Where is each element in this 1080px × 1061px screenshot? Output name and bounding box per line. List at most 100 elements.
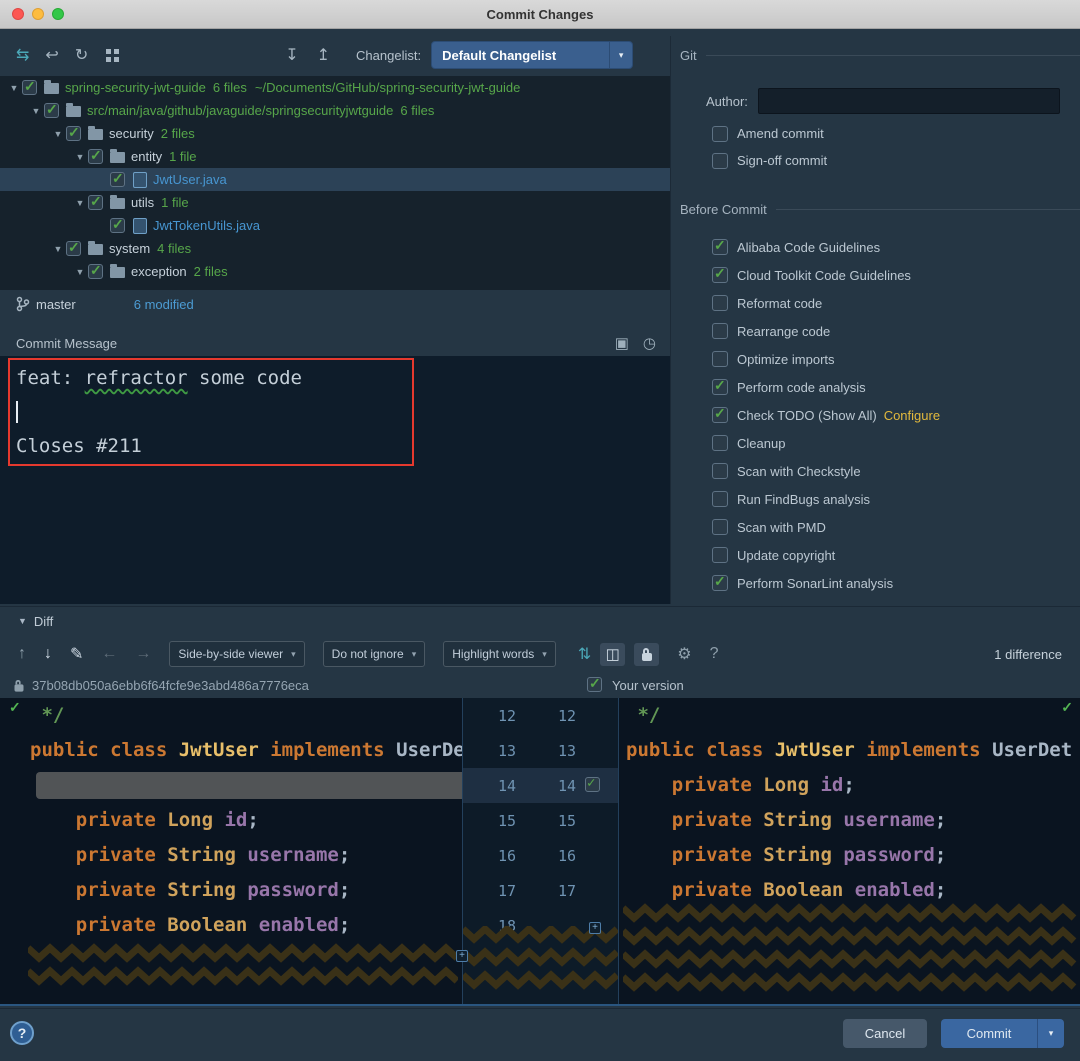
tree-row[interactable]: ▼utils1 file	[0, 191, 670, 214]
help-icon[interactable]: ?	[710, 645, 719, 663]
before-commit-item[interactable]: Perform SonarLint analysis	[712, 569, 940, 597]
viewer-dropdown[interactable]: Side-by-side viewer ▾	[169, 641, 304, 667]
group-by-directory-icon[interactable]	[106, 49, 119, 62]
history-clock-icon[interactable]: ◷	[643, 334, 656, 352]
tree-row[interactable]: ▼system4 files	[0, 237, 670, 260]
tree-item-checkbox[interactable]	[88, 264, 103, 279]
previous-difference-icon[interactable]: ↑	[18, 645, 26, 663]
before-commit-item[interactable]: Update copyright	[712, 541, 940, 569]
collapse-section-icon[interactable]: ▼	[18, 616, 27, 626]
back-icon[interactable]: ←	[101, 645, 117, 663]
rollback-icon[interactable]: ↩	[45, 45, 58, 65]
include-version-checkbox[interactable]	[587, 677, 602, 692]
before-commit-item[interactable]: Reformat code	[712, 289, 940, 317]
changelist-label: Changelist:	[356, 48, 421, 63]
before-commit-checkbox[interactable]	[712, 519, 728, 535]
show-diff-icon[interactable]: ⇆	[16, 45, 29, 65]
sync-scrolling-toggle[interactable]: ◫	[600, 643, 625, 666]
chevron-down-icon[interactable]: ▾	[609, 42, 632, 68]
before-commit-checkbox[interactable]	[712, 547, 728, 563]
tree-item-checkbox[interactable]	[110, 172, 125, 187]
disable-editing-toggle[interactable]	[634, 643, 659, 666]
author-input[interactable]	[758, 88, 1060, 114]
before-commit-checkbox[interactable]	[712, 435, 728, 451]
tree-item-checkbox[interactable]	[88, 195, 103, 210]
tree-item-checkbox[interactable]	[66, 126, 81, 141]
fold-expander-icon[interactable]: +	[589, 922, 601, 934]
expander-icon[interactable]: ▼	[72, 267, 88, 277]
before-commit-item[interactable]: Run FindBugs analysis	[712, 485, 940, 513]
tree-item-checkbox[interactable]	[110, 218, 125, 233]
expander-icon[interactable]: ▼	[28, 106, 44, 116]
tree-row[interactable]: ▼src/main/java/github/javaguide/springse…	[0, 99, 670, 122]
diff-header[interactable]: ▼ Diff	[0, 610, 53, 632]
before-commit-checkbox[interactable]	[712, 491, 728, 507]
configure-link[interactable]: Configure	[884, 408, 940, 423]
before-commit-checkbox[interactable]	[712, 295, 728, 311]
tree-row[interactable]: ▼security2 files	[0, 122, 670, 145]
before-commit-label: Reformat code	[737, 296, 822, 311]
expander-icon[interactable]: ▼	[50, 244, 66, 254]
before-commit-checkbox[interactable]	[712, 239, 728, 255]
commit-message-editor[interactable]: feat: refractor some code Closes #211	[0, 356, 670, 604]
before-commit-checkbox[interactable]	[712, 575, 728, 591]
before-commit-item[interactable]: Scan with Checkstyle	[712, 457, 940, 485]
forward-icon[interactable]: →	[135, 645, 151, 663]
signoff-commit-checkbox[interactable]	[712, 153, 728, 169]
no-problems-icon: ✓	[9, 699, 21, 716]
message-history-icon[interactable]: ▣	[615, 334, 629, 352]
tree-item-checkbox[interactable]	[66, 241, 81, 256]
next-difference-icon[interactable]: ↓	[44, 645, 52, 663]
collapse-all-icon[interactable]: ↥	[317, 45, 330, 65]
before-commit-item[interactable]: Alibaba Code Guidelines	[712, 233, 940, 261]
include-change-checkbox[interactable]	[585, 777, 600, 792]
signoff-commit-row[interactable]: Sign-off commit	[712, 147, 827, 174]
tree-row[interactable]: ▼exception2 files	[0, 260, 670, 283]
before-commit-item[interactable]: Optimize imports	[712, 345, 940, 373]
before-commit-checkbox[interactable]	[712, 267, 728, 283]
expander-icon[interactable]: ▼	[6, 83, 22, 93]
before-commit-label: Check TODO (Show All)	[737, 408, 877, 423]
modified-files-link[interactable]: 6 modified	[134, 297, 194, 312]
before-commit-checkbox[interactable]	[712, 323, 728, 339]
amend-commit-row[interactable]: Amend commit	[712, 120, 827, 147]
refresh-icon[interactable]: ↻	[75, 45, 88, 65]
minimize-window-button[interactable]	[32, 8, 44, 20]
settings-gear-icon[interactable]: ⚙	[677, 644, 691, 664]
tree-row[interactable]: JwtTokenUtils.java	[0, 214, 670, 237]
help-button[interactable]: ?	[10, 1021, 34, 1045]
code-line	[0, 768, 462, 803]
tree-row[interactable]: JwtUser.java	[0, 168, 670, 191]
expander-icon[interactable]: ▼	[72, 198, 88, 208]
before-commit-checkbox[interactable]	[712, 407, 728, 423]
before-commit-item[interactable]: Perform code analysis	[712, 373, 940, 401]
fold-expander-icon[interactable]: +	[456, 950, 468, 962]
before-commit-item[interactable]: Cloud Toolkit Code Guidelines	[712, 261, 940, 289]
tree-item-checkbox[interactable]	[88, 149, 103, 164]
amend-commit-checkbox[interactable]	[712, 126, 728, 142]
before-commit-item[interactable]: Rearrange code	[712, 317, 940, 345]
before-commit-checkbox[interactable]	[712, 379, 728, 395]
before-commit-checkbox[interactable]	[712, 463, 728, 479]
commit-button[interactable]: Commit	[941, 1019, 1037, 1048]
tree-row[interactable]: ▼entity1 file	[0, 145, 670, 168]
zoom-window-button[interactable]	[52, 8, 64, 20]
tree-row[interactable]: ▼spring-security-jwt-guide6 files~/Docum…	[0, 76, 670, 99]
close-window-button[interactable]	[12, 8, 24, 20]
expand-all-icon[interactable]: ↧	[285, 45, 298, 65]
changelist-dropdown[interactable]: Default Changelist ▾	[431, 41, 633, 69]
expander-icon[interactable]: ▼	[72, 152, 88, 162]
tree-item-checkbox[interactable]	[44, 103, 59, 118]
highlight-mode-dropdown[interactable]: Highlight words ▾	[443, 641, 556, 667]
edit-source-icon[interactable]: ✎	[70, 644, 83, 664]
tree-item-checkbox[interactable]	[22, 80, 37, 95]
cancel-button[interactable]: Cancel	[843, 1019, 927, 1048]
ignore-whitespace-dropdown[interactable]: Do not ignore ▾	[323, 641, 426, 667]
before-commit-item[interactable]: Check TODO (Show All) Configure	[712, 401, 940, 429]
before-commit-item[interactable]: Scan with PMD	[712, 513, 940, 541]
expander-icon[interactable]: ▼	[50, 129, 66, 139]
before-commit-checkbox[interactable]	[712, 351, 728, 367]
before-commit-item[interactable]: Cleanup	[712, 429, 940, 457]
commit-options-arrow[interactable]: ▾	[1037, 1019, 1064, 1048]
collapse-unchanged-icon[interactable]: ⇅	[578, 644, 591, 664]
